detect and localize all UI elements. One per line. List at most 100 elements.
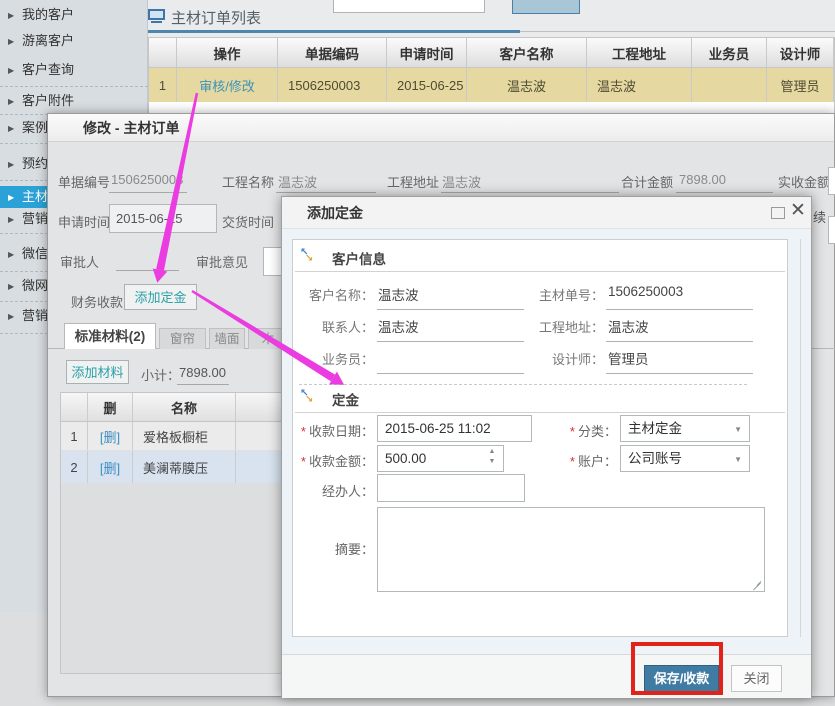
chevron-right-icon: ▶ bbox=[8, 118, 22, 140]
apply-label: 申请时间 bbox=[58, 212, 110, 231]
account-select[interactable]: 公司账号▼ bbox=[620, 445, 750, 472]
right-edge-input[interactable] bbox=[828, 216, 835, 244]
salesman-label: 业务员： bbox=[293, 349, 374, 368]
address-value: 温志波 bbox=[608, 316, 649, 336]
chevron-right-icon: ▶ bbox=[8, 276, 22, 298]
chevron-right-icon: ▶ bbox=[8, 31, 22, 53]
row-address: 温志波 bbox=[587, 68, 692, 102]
title-rule bbox=[520, 31, 835, 32]
col-header-address: 工程地址 bbox=[587, 38, 692, 67]
close-icon[interactable]: ✕ bbox=[790, 199, 806, 222]
summary-label: 摘要： bbox=[293, 539, 374, 558]
underline bbox=[109, 192, 187, 193]
delete-link[interactable]: [删] bbox=[100, 458, 120, 477]
required-marker: * bbox=[301, 424, 306, 439]
designer-label: 设计师： bbox=[523, 349, 604, 368]
code-value: 1506250003 bbox=[111, 172, 183, 187]
underline bbox=[177, 384, 229, 385]
sidebar-item-free-customers[interactable]: ▶游离客户 bbox=[0, 30, 148, 52]
amount-stepper[interactable]: ▲▼ bbox=[486, 447, 498, 467]
order-table-header: 操作 单据编码 申请时间 客户名称 工程地址 业务员 设计师 bbox=[149, 38, 834, 68]
total-label: 合计金额 bbox=[621, 172, 673, 191]
list-title-bar: 主材订单列表 bbox=[148, 6, 835, 30]
section-collapse-icon[interactable]: ↖↘ bbox=[300, 390, 316, 406]
underline bbox=[676, 192, 773, 193]
col-header-code: 单据编码 bbox=[278, 38, 387, 67]
col-header-designer: 设计师 bbox=[767, 38, 834, 67]
apply-date-input[interactable]: 2015-06-25 bbox=[109, 204, 217, 233]
sidebar-divider bbox=[0, 86, 148, 87]
amount-input[interactable] bbox=[377, 445, 504, 472]
tab-walls[interactable]: 墙面 bbox=[209, 328, 245, 349]
dashed-divider bbox=[299, 384, 747, 385]
add-deposit-button[interactable]: 添加定金 bbox=[124, 284, 197, 310]
account-label: *账户： bbox=[523, 451, 617, 470]
designer-value: 管理员 bbox=[608, 348, 649, 368]
chevron-right-icon: ▶ bbox=[8, 306, 22, 328]
chevron-right-icon: ▶ bbox=[8, 154, 22, 176]
category-select[interactable]: 主材定金▼ bbox=[620, 415, 750, 442]
chevron-right-icon: ▶ bbox=[8, 187, 22, 209]
chevron-down-icon: ▼ bbox=[734, 446, 742, 473]
handler-input[interactable] bbox=[377, 474, 525, 502]
dialog-footer: 保存/收款 关闭 bbox=[282, 654, 811, 698]
delete-link[interactable]: [删] bbox=[100, 427, 120, 446]
address-label: 工程地址 bbox=[387, 172, 439, 191]
spin-down-icon: ▼ bbox=[489, 458, 496, 465]
customer-name-value: 温志波 bbox=[378, 284, 419, 304]
col-header-salesman: 业务员 bbox=[692, 38, 767, 67]
address-value: 温志波 bbox=[442, 172, 481, 191]
order-table: 操作 单据编码 申请时间 客户名称 工程地址 业务员 设计师 1 审核/修改 1… bbox=[148, 37, 835, 103]
audit-edit-link[interactable]: 审核/修改 bbox=[199, 76, 255, 95]
section-collapse-icon[interactable]: ↖↘ bbox=[300, 249, 316, 265]
tab-curtains[interactable]: 窗帘 bbox=[159, 328, 206, 349]
modal-title: 修改 - 主材订单 bbox=[48, 114, 834, 142]
project-value: 温志波 bbox=[278, 172, 317, 191]
table-row[interactable]: 1 审核/修改 1506250003 2015-06-25 温志波 温志波 管理… bbox=[149, 68, 834, 102]
underline bbox=[276, 192, 376, 193]
order-no-label: 主材单号： bbox=[523, 285, 604, 304]
close-button[interactable]: 关闭 bbox=[731, 665, 782, 692]
row-customer: 温志波 bbox=[467, 68, 587, 102]
mat-row-name: 美澜蒂膜压 bbox=[133, 451, 236, 483]
underline bbox=[606, 309, 753, 310]
dialog-panel: ↖↘ 客户信息 客户名称： 温志波 主材单号： 1506250003 联系人： … bbox=[292, 239, 788, 637]
mat-col-index bbox=[61, 393, 88, 421]
resize-handle-icon[interactable] bbox=[752, 579, 762, 589]
scrollbar[interactable] bbox=[800, 239, 801, 637]
col-header-index bbox=[149, 38, 177, 67]
add-deposit-dialog: 添加定金 ✕ ↖↘ 客户信息 客户名称： 温志波 主材单号： 150625000… bbox=[281, 196, 812, 698]
sidebar-item-customer-search[interactable]: ▶客户查询 bbox=[0, 59, 148, 81]
row-date: 2015-06-25 bbox=[387, 68, 467, 102]
chevron-right-icon: ▶ bbox=[8, 5, 22, 27]
row-designer: 管理员 bbox=[767, 68, 834, 102]
chevron-right-icon: ▶ bbox=[8, 244, 22, 266]
required-marker: * bbox=[570, 424, 575, 439]
maximize-icon[interactable] bbox=[771, 207, 785, 219]
row-salesman bbox=[692, 68, 767, 102]
col-header-date: 申请时间 bbox=[387, 38, 467, 67]
mat-col-delete: 删 bbox=[88, 393, 133, 421]
total-value: 7898.00 bbox=[679, 172, 726, 187]
code-label: 单据编号 bbox=[58, 172, 110, 191]
title-underline bbox=[148, 30, 520, 33]
finance-label: 财务收款 bbox=[71, 292, 123, 311]
tab-standard-materials[interactable]: 标准材料(2) bbox=[64, 323, 156, 349]
amount-label: *收款金额： bbox=[293, 451, 374, 470]
approver-label: 审批人 bbox=[60, 252, 99, 271]
sidebar-item-customer-attachments[interactable]: ▶客户附件 bbox=[0, 90, 148, 112]
sidebar-item-my-customers[interactable]: ▶我的客户 bbox=[0, 4, 148, 26]
col-header-customer: 客户名称 bbox=[467, 38, 587, 67]
received-input[interactable]: 7 bbox=[828, 167, 835, 195]
mat-row-name: 爱格板橱柜 bbox=[133, 422, 236, 450]
add-material-button[interactable]: 添加材料 bbox=[66, 360, 129, 384]
handler-label: 经办人： bbox=[293, 481, 374, 500]
save-receive-button[interactable]: 保存/收款 bbox=[644, 665, 719, 692]
order-no-value: 1506250003 bbox=[608, 284, 683, 299]
receipt-date-input[interactable] bbox=[377, 415, 532, 442]
opinion-label: 审批意见 bbox=[196, 252, 248, 271]
summary-textarea[interactable] bbox=[377, 507, 765, 592]
received-label: 实收金额 bbox=[778, 172, 830, 191]
underline bbox=[606, 341, 753, 342]
section-rule bbox=[295, 271, 785, 272]
